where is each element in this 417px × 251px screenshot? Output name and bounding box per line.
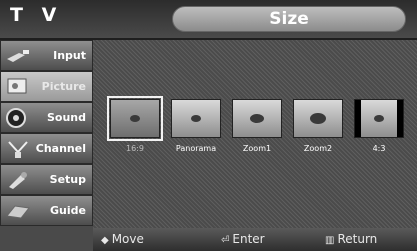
- sidebar-item-label: Channel: [35, 142, 86, 155]
- hint-return-label: Return: [337, 232, 378, 246]
- size-option-label: Panorama: [175, 144, 217, 153]
- top-bar: T V Size: [0, 0, 417, 38]
- size-option-zoom1[interactable]: Zoom1: [229, 97, 285, 165]
- tv-menu-screen: T V Size Input Picture Sound Channel Set…: [0, 0, 417, 251]
- size-preview-thumbnail: [293, 99, 343, 138]
- size-option-panorama[interactable]: Panorama: [168, 97, 224, 165]
- sidebar-item-channel[interactable]: Channel: [0, 133, 93, 164]
- hint-return: ▥ Return: [325, 232, 377, 246]
- speaker-icon: [6, 108, 26, 128]
- sidebar-item-picture[interactable]: Picture: [0, 71, 93, 102]
- size-option-label: Zoom2: [303, 144, 333, 153]
- eye-icon: [374, 114, 384, 122]
- sidebar-item-label: Guide: [50, 204, 86, 217]
- size-preview-thumbnail: [171, 99, 221, 138]
- size-preview-thumbnail: [232, 99, 282, 138]
- guide-icon: [6, 205, 30, 219]
- move-arrows-icon: ◆: [101, 235, 109, 246]
- size-preview-thumbnail: [107, 96, 163, 141]
- eye-icon: [191, 114, 201, 122]
- size-preview-thumbnail: [354, 99, 404, 138]
- sidebar-item-sound[interactable]: Sound: [0, 102, 93, 133]
- return-icon: ▥: [325, 235, 335, 246]
- setup-icon: [9, 172, 27, 189]
- size-option-16-9[interactable]: 16:9: [107, 96, 163, 165]
- hint-bar: ◆ Move ⏎ Enter ▥ Return: [93, 228, 417, 251]
- eye-icon: [250, 113, 264, 123]
- hint-enter: ⏎ Enter: [221, 232, 265, 246]
- sidebar-item-label: Picture: [41, 80, 86, 93]
- sidebar-item-input[interactable]: Input: [0, 40, 93, 71]
- sidebar-item-setup[interactable]: Setup: [0, 164, 93, 195]
- hint-move-label: Move: [111, 232, 144, 246]
- size-option-zoom2[interactable]: Zoom2: [290, 97, 346, 165]
- picture-icon: [7, 78, 27, 94]
- sidebar-item-guide[interactable]: Guide: [0, 195, 93, 226]
- size-options-panel: 16:9 Panorama Zoom1 Zoom2 4:3: [93, 40, 417, 228]
- hint-move: ◆ Move: [101, 232, 144, 246]
- tv-label: T V: [10, 4, 63, 26]
- sidebar: Input Picture Sound Channel Setup Guide: [0, 40, 93, 251]
- size-option-label: 4:3: [372, 144, 386, 153]
- sidebar-item-label: Input: [53, 49, 86, 62]
- sidebar-item-label: Setup: [49, 173, 86, 186]
- size-option-4-3[interactable]: 4:3: [351, 97, 407, 165]
- menu-title: Size: [172, 6, 406, 32]
- input-plug-icon: [7, 50, 29, 62]
- size-option-label: Zoom1: [242, 144, 272, 153]
- size-option-label: 16:9: [126, 144, 144, 153]
- size-option-list: 16:9 Panorama Zoom1 Zoom2 4:3: [107, 96, 407, 165]
- eye-icon: [310, 112, 326, 124]
- eye-icon: [130, 114, 140, 122]
- letterbox-bar: [355, 100, 361, 137]
- hint-enter-label: Enter: [232, 232, 265, 246]
- enter-icon: ⏎: [221, 235, 230, 246]
- letterbox-bar: [397, 100, 403, 137]
- sidebar-item-label: Sound: [46, 111, 86, 124]
- antenna-icon: [8, 141, 28, 158]
